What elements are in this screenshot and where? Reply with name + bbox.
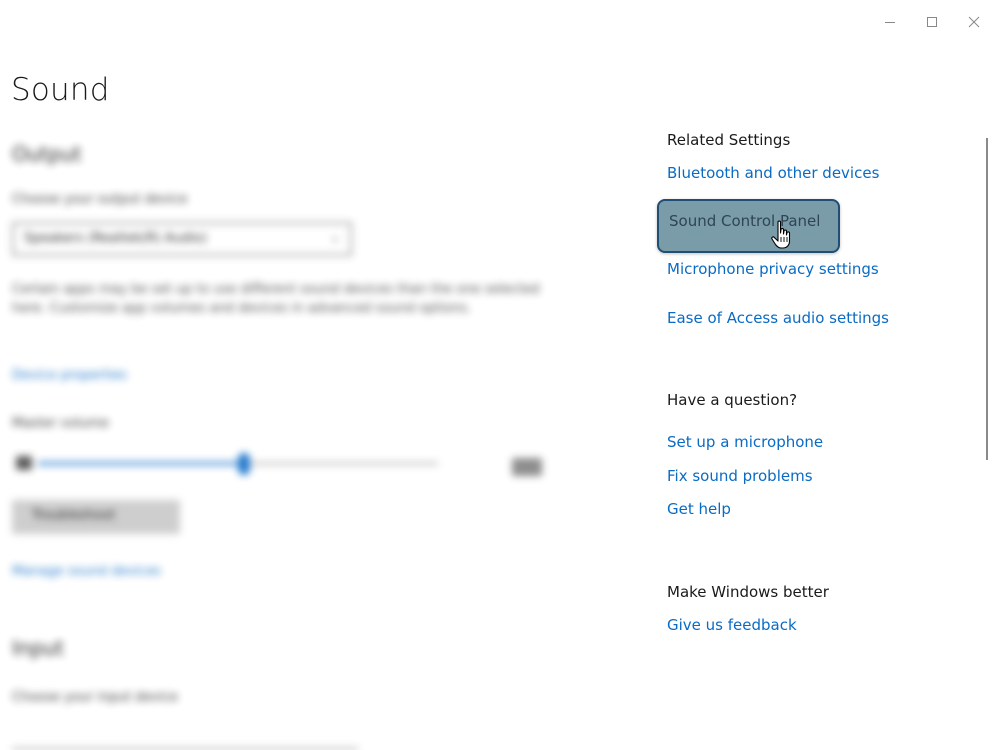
get-help-link[interactable]: Get help (667, 500, 731, 518)
input-heading: Input (12, 636, 64, 660)
make-windows-better-heading: Make Windows better (667, 583, 829, 601)
close-icon (968, 16, 980, 28)
scrollbar[interactable] (986, 138, 988, 460)
output-device-label: Choose your output device (12, 192, 188, 207)
maximize-button[interactable] (911, 0, 953, 44)
bluetooth-devices-link[interactable]: Bluetooth and other devices (667, 164, 879, 182)
output-description: Certain apps may be set up to use differ… (12, 282, 540, 316)
microphone-privacy-link[interactable]: Microphone privacy settings (667, 260, 879, 278)
window-controls (869, 0, 995, 44)
minimize-icon (885, 22, 895, 23)
close-button[interactable] (953, 0, 995, 44)
output-device-select[interactable]: Speakers (Realtek(R) Audio) ⌄ (12, 222, 352, 256)
minimize-button[interactable] (869, 0, 911, 44)
have-question-heading: Have a question? (667, 391, 798, 409)
page-title: Sound (11, 72, 110, 108)
hand-pointer-icon (771, 220, 791, 249)
input-device-select[interactable] (12, 708, 358, 750)
master-volume-label: Master volume (12, 416, 109, 431)
troubleshoot-button[interactable]: Troubleshoot (12, 500, 180, 534)
speaker-icon (16, 456, 32, 470)
fix-sound-problems-link[interactable]: Fix sound problems (667, 467, 813, 485)
blurred-settings-area: Output Choose your output device Speaker… (0, 128, 600, 750)
volume-slider-fill (38, 462, 246, 465)
volume-slider-thumb[interactable] (238, 453, 250, 475)
give-feedback-link[interactable]: Give us feedback (667, 616, 797, 634)
input-device-label: Choose your input device (12, 690, 178, 705)
sound-control-panel-label: Sound Control Panel (669, 212, 821, 230)
output-heading: Output (12, 142, 82, 166)
ease-of-access-audio-link[interactable]: Ease of Access audio settings (667, 309, 889, 327)
device-properties-link[interactable]: Device properties (12, 368, 127, 383)
set-up-microphone-link[interactable]: Set up a microphone (667, 433, 823, 451)
chevron-down-icon: ⌄ (329, 230, 340, 244)
volume-value (512, 458, 542, 476)
sound-control-panel-link[interactable]: Sound Control Panel (657, 199, 840, 253)
related-settings-heading: Related Settings (667, 131, 791, 149)
maximize-icon (927, 17, 937, 27)
output-device-value: Speakers (Realtek(R) Audio) (24, 231, 207, 246)
manage-sound-devices-link[interactable]: Manage sound devices (12, 564, 161, 579)
